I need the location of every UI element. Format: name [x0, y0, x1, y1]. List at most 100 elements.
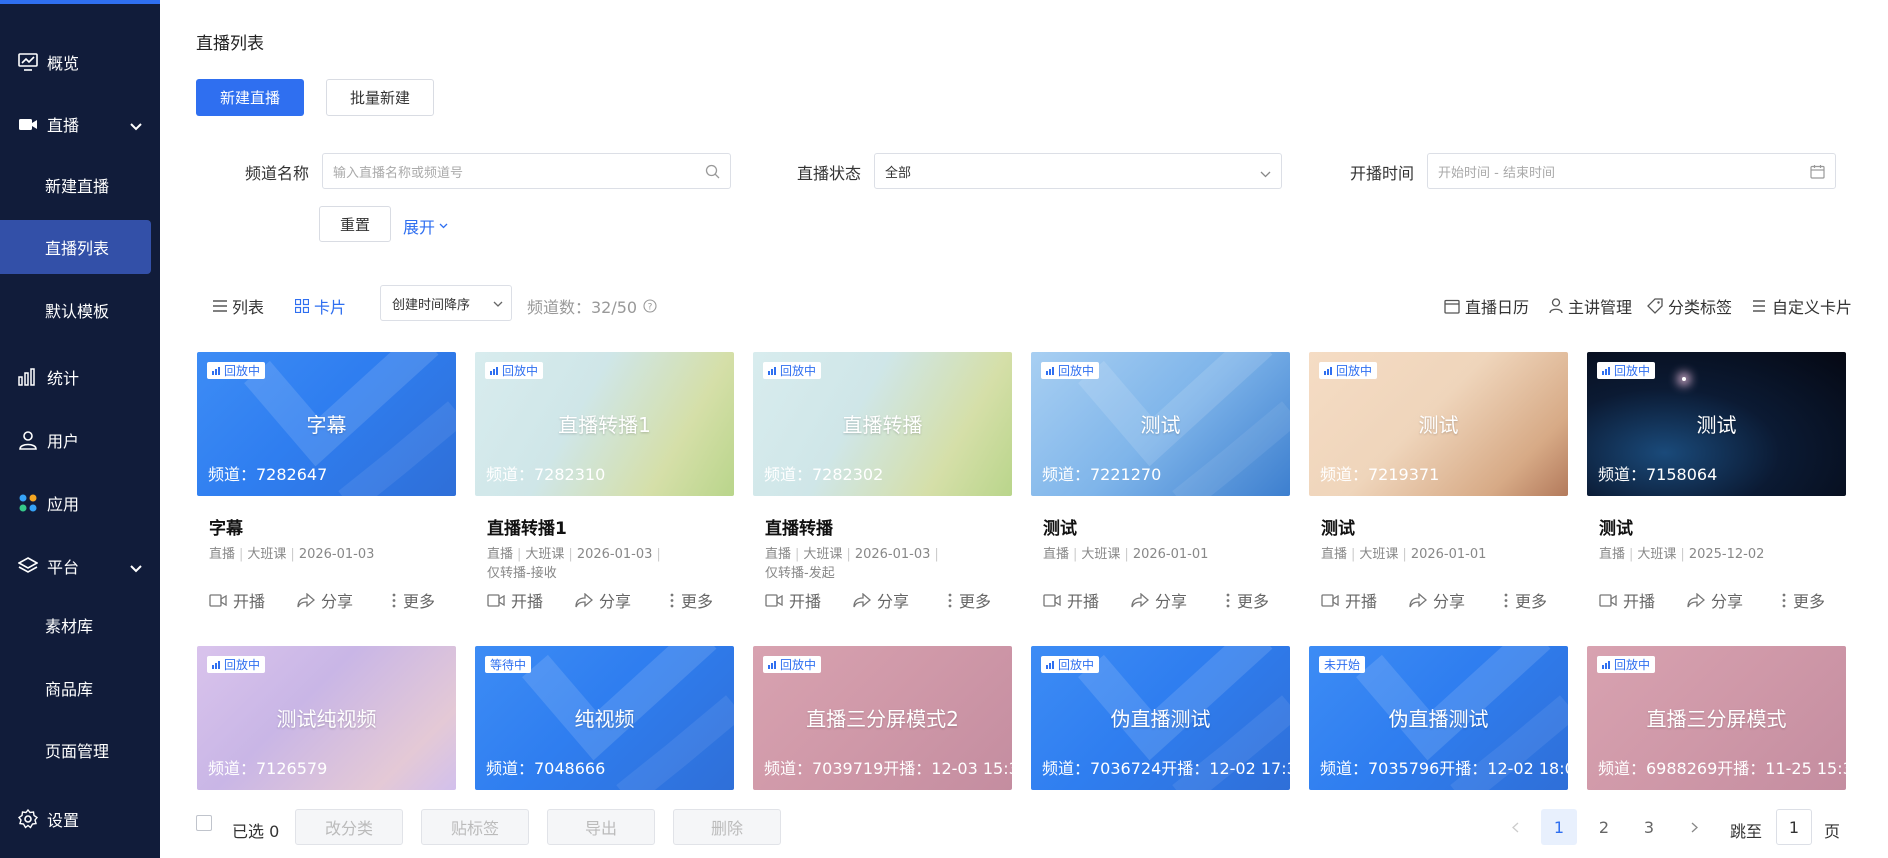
- nav-apps[interactable]: 应用: [0, 475, 160, 531]
- live-card-name[interactable]: 测试: [1599, 514, 1633, 539]
- live-card[interactable]: 回放中 测试 频道：7158064 测试 直播 | 大班课 | 2025-12-02 开播 分享 更多: [1587, 352, 1846, 611]
- meta-separator: |: [795, 547, 800, 562]
- live-card-name[interactable]: 直播转播: [765, 514, 833, 539]
- nav-default-template[interactable]: 默认模板: [0, 283, 160, 337]
- date-range-picker[interactable]: 开始时间 - 结束时间: [1427, 153, 1836, 189]
- live-card-thumbnail[interactable]: 回放中 直播转播 频道：7282302: [753, 352, 1012, 496]
- more-action[interactable]: 更多: [947, 588, 991, 612]
- live-card[interactable]: 回放中 直播转播 频道：7282302 直播转播 直播 | 大班课 | 2026-01-03 | 仅…: [753, 352, 1012, 611]
- nav-page-management[interactable]: 页面管理: [0, 723, 160, 777]
- start-action[interactable]: 开播: [209, 588, 265, 612]
- live-card-name[interactable]: 测试: [1321, 514, 1355, 539]
- share-action[interactable]: 分享: [1409, 588, 1465, 612]
- start-action[interactable]: 开播: [1321, 588, 1377, 612]
- meta-separator: |: [1124, 547, 1129, 562]
- nav-new-live[interactable]: 新建直播: [0, 158, 160, 212]
- share-action[interactable]: 分享: [297, 588, 353, 612]
- live-card[interactable]: 回放中 直播三分屏模式2 频道：7039719开播：12-03 15:32: [753, 646, 1012, 790]
- page-title: 直播列表: [196, 34, 264, 54]
- live-card-thumbnail[interactable]: 回放中 直播三分屏模式 频道：6988269开播：11-25 15:32: [1587, 646, 1846, 790]
- thumbnail-title: 测试: [1696, 413, 1737, 437]
- live-card-name[interactable]: 测试: [1043, 514, 1077, 539]
- live-card-thumbnail[interactable]: 回放中 测试 频道：7221270: [1031, 352, 1290, 496]
- host-management-button[interactable]: 主讲管理: [1549, 294, 1632, 318]
- page-1-button[interactable]: 1: [1541, 809, 1577, 845]
- start-action[interactable]: 开播: [1043, 588, 1099, 612]
- share-action[interactable]: 分享: [575, 588, 631, 612]
- meta-separator: |: [1629, 547, 1634, 562]
- live-card-thumbnail[interactable]: 等待中 纯视频 频道：7048666: [475, 646, 734, 790]
- live-card[interactable]: 等待中 纯视频 频道：7048666: [475, 646, 734, 790]
- live-card-thumbnail[interactable]: 回放中 直播转播1 频道：7282310: [475, 352, 734, 496]
- card-view-toggle[interactable]: 卡片: [295, 294, 346, 318]
- live-card[interactable]: 回放中 测试纯视频 频道：7126579: [197, 646, 456, 790]
- select-all-checkbox[interactable]: [196, 815, 212, 831]
- share-action-label: 分享: [877, 592, 910, 611]
- live-type: 直播: [487, 547, 514, 562]
- sort-select[interactable]: 创建时间降序: [380, 285, 512, 321]
- recategorize-button[interactable]: 改分类: [295, 809, 403, 845]
- live-status-select[interactable]: 全部: [874, 153, 1282, 189]
- nav-stats[interactable]: 统计: [0, 349, 160, 405]
- next-page-button[interactable]: [1676, 809, 1712, 845]
- nav-live-list[interactable]: 直播列表: [0, 220, 151, 274]
- live-scene: 大班课: [803, 547, 843, 562]
- expand-filters-link[interactable]: 展开: [403, 214, 448, 238]
- nav-users[interactable]: 用户: [0, 412, 160, 468]
- live-card-thumbnail[interactable]: 回放中 测试纯视频 频道：7126579: [197, 646, 456, 790]
- start-action[interactable]: 开播: [765, 588, 821, 612]
- category-tags-button[interactable]: 分类标签: [1647, 294, 1732, 318]
- share-action[interactable]: 分享: [853, 588, 909, 612]
- add-tag-button[interactable]: 贴标签: [421, 809, 529, 845]
- share-action[interactable]: 分享: [1131, 588, 1187, 612]
- live-card-thumbnail[interactable]: 回放中 伪直播测试 频道：7036724开播：12-02 17:30: [1031, 646, 1290, 790]
- page-2-button[interactable]: 2: [1586, 809, 1622, 845]
- channel-search-input[interactable]: 输入直播名称或频道号: [322, 153, 731, 189]
- status-badge-text: 回放中: [224, 658, 261, 672]
- reset-button[interactable]: 重置: [319, 206, 391, 242]
- prev-page-button[interactable]: [1497, 809, 1533, 845]
- more-action[interactable]: 更多: [391, 588, 435, 612]
- more-action[interactable]: 更多: [1503, 588, 1547, 612]
- more-action-label: 更多: [1237, 592, 1270, 611]
- more-action[interactable]: 更多: [669, 588, 713, 612]
- nav-live[interactable]: 直播: [0, 96, 160, 152]
- start-action[interactable]: 开播: [487, 588, 543, 612]
- live-card[interactable]: 回放中 直播转播1 频道：7282310 直播转播1 直播 | 大班课 | 2026-01-03…: [475, 352, 734, 611]
- live-card-thumbnail[interactable]: 回放中 直播三分屏模式2 频道：7039719开播：12-03 15:32: [753, 646, 1012, 790]
- more-action[interactable]: 更多: [1781, 588, 1825, 612]
- nav-product-library[interactable]: 商品库: [0, 661, 160, 715]
- jump-page-input[interactable]: 1: [1776, 809, 1812, 845]
- export-button[interactable]: 导出: [547, 809, 655, 845]
- live-card-thumbnail[interactable]: 未开始 伪直播测试 频道：7035796开播：12-02 18:00: [1309, 646, 1568, 790]
- live-card[interactable]: 未开始 伪直播测试 频道：7035796开播：12-02 18:00: [1309, 646, 1568, 790]
- live-card[interactable]: 回放中 伪直播测试 频道：7036724开播：12-02 17:30: [1031, 646, 1290, 790]
- custom-card-button[interactable]: 自定义卡片: [1753, 294, 1852, 318]
- help-circle-icon[interactable]: ?: [643, 299, 657, 313]
- live-calendar-button[interactable]: 直播日历: [1444, 294, 1529, 318]
- card-view-label: 卡片: [314, 298, 347, 317]
- new-live-button[interactable]: 新建直播: [196, 79, 304, 116]
- live-card-thumbnail[interactable]: 回放中 测试 频道：7219371: [1309, 352, 1568, 496]
- batch-create-button[interactable]: 批量新建: [326, 79, 434, 116]
- live-card[interactable]: 回放中 直播三分屏模式 频道：6988269开播：11-25 15:32: [1587, 646, 1846, 790]
- nav-platform[interactable]: 平台: [0, 538, 160, 594]
- nav-overview[interactable]: 概览: [0, 34, 160, 90]
- start-action[interactable]: 开播: [1599, 588, 1655, 612]
- more-action[interactable]: 更多: [1225, 588, 1269, 612]
- live-card[interactable]: 回放中 测试 频道：7219371 测试 直播 | 大班课 | 2026-01-01 开播 分享 更多: [1309, 352, 1568, 611]
- chevron-down-icon: [1260, 167, 1271, 182]
- live-card[interactable]: 回放中 测试 频道：7221270 测试 直播 | 大班课 | 2026-01-01 开播 分享 更多: [1031, 352, 1290, 611]
- live-card-thumbnail[interactable]: 回放中 字幕 频道：7282647: [197, 352, 456, 496]
- delete-button[interactable]: 删除: [673, 809, 781, 845]
- page-3-button[interactable]: 3: [1631, 809, 1667, 845]
- status-badge-text: 回放中: [780, 364, 817, 378]
- share-action[interactable]: 分享: [1687, 588, 1743, 612]
- live-card-name[interactable]: 直播转播1: [487, 514, 567, 539]
- live-card[interactable]: 回放中 字幕 频道：7282647 字幕 直播 | 大班课 | 2026-01-03 开播 分享 更多: [197, 352, 456, 611]
- live-card-thumbnail[interactable]: 回放中 测试 频道：7158064: [1587, 352, 1846, 496]
- nav-settings[interactable]: 设置: [0, 791, 160, 847]
- list-view-toggle[interactable]: 列表: [213, 294, 264, 318]
- live-card-name[interactable]: 字幕: [209, 514, 243, 539]
- nav-material-library[interactable]: 素材库: [0, 598, 160, 652]
